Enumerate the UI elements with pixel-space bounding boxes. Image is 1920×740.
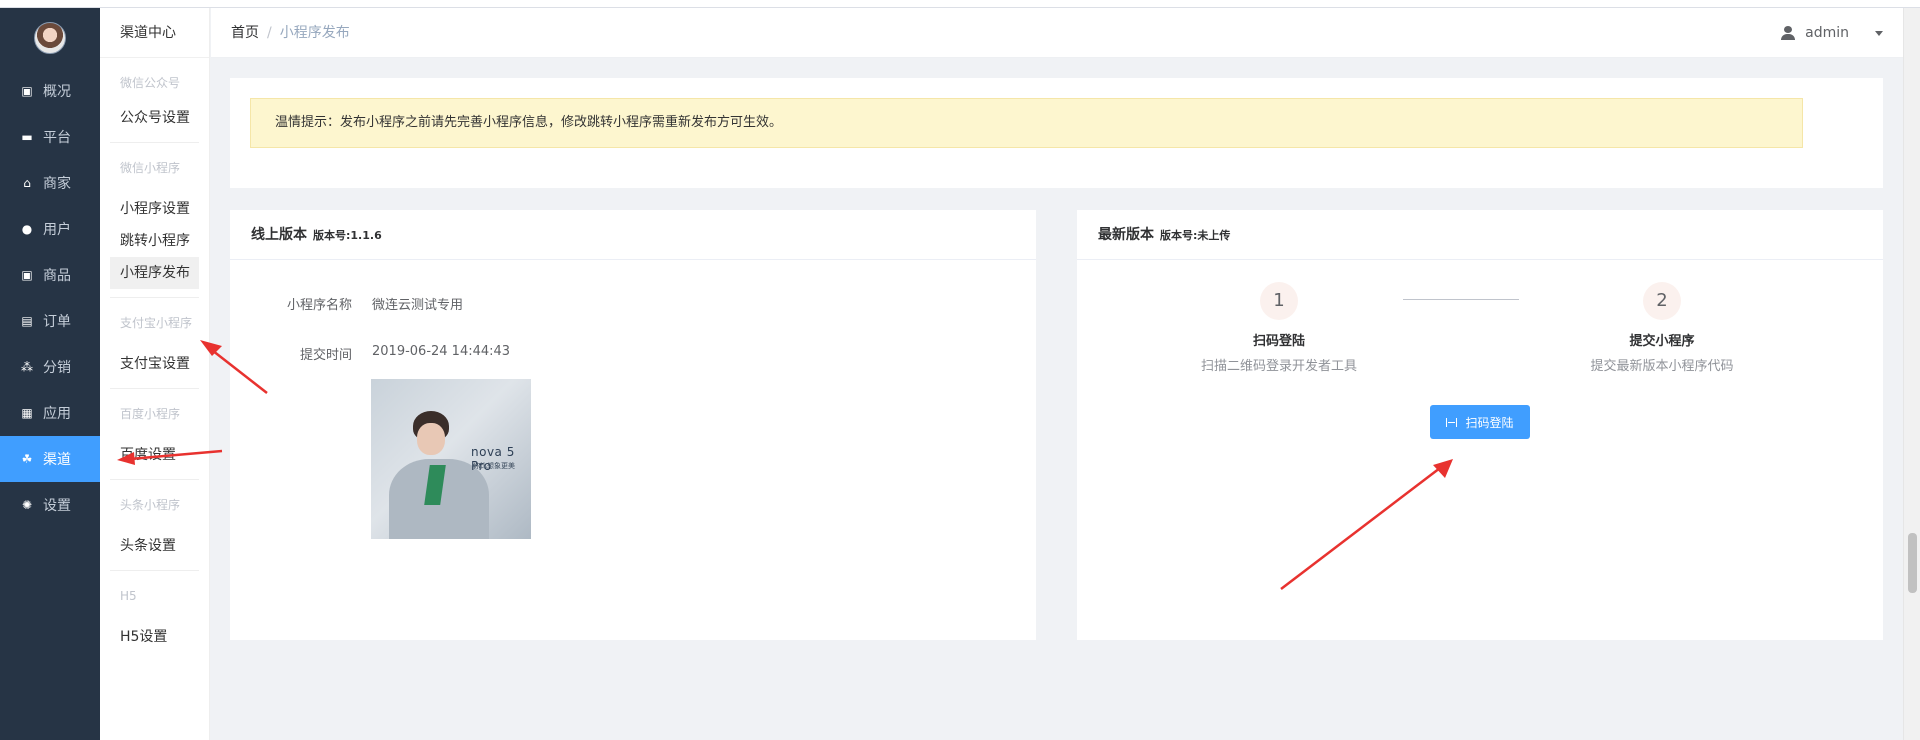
nav-item-9[interactable]: ✺ 设置 xyxy=(0,482,100,528)
time-value: 2019-06-24 14:44:43 xyxy=(372,344,511,359)
step-connector xyxy=(1403,299,1519,300)
nav-item-label: 概况 xyxy=(43,84,71,100)
sub-item[interactable]: 头条设置 xyxy=(110,530,199,562)
nav-item-8[interactable]: ☘ 渠道 xyxy=(0,436,100,482)
sub-group-title: 百度小程序 xyxy=(120,407,181,421)
desktop-icon: ▬ xyxy=(21,130,33,144)
nav-item-5[interactable]: ▤ 订单 xyxy=(0,298,100,344)
scan-icon xyxy=(1446,417,1458,427)
nav-item-1[interactable]: ▬ 平台 xyxy=(0,114,100,160)
step-number: 1 xyxy=(1260,282,1298,320)
sub-group-title: H5 xyxy=(120,589,137,603)
user-icon xyxy=(1781,26,1796,40)
step-description: 扫描二维码登录开发者工具 xyxy=(1200,359,1357,374)
online-version-number: 版本号:1.1.6 xyxy=(313,229,382,242)
subbar-title: 渠道中心 xyxy=(100,8,209,58)
step-1: 1 扫码登陆 扫描二维码登录开发者工具 xyxy=(1179,282,1379,374)
nav-item-label: 渠道 xyxy=(43,452,71,468)
nav-item-label: 商品 xyxy=(43,268,71,284)
step-title: 扫码登陆 xyxy=(1252,334,1305,349)
product-box-icon: ▣ xyxy=(21,268,33,282)
nav-item-label: 用户 xyxy=(43,222,71,238)
sub-item[interactable]: 公众号设置 xyxy=(110,102,199,134)
nav-item-label: 设置 xyxy=(43,498,71,514)
nav-item-3[interactable]: ● 用户 xyxy=(0,206,100,252)
card-header: 最新版本 版本号:未上传 xyxy=(1077,210,1883,260)
user-circle-icon: ● xyxy=(21,222,33,236)
apps-grid-icon: ▦ xyxy=(21,406,33,420)
secondary-sidebar: 渠道中心 微信公众号公众号设置微信小程序小程序设置 跳转小程序 小程序发布支付宝小程… xyxy=(100,8,210,740)
nav-item-label: 应用 xyxy=(43,406,71,422)
nav-item-4[interactable]: ▣ 商品 xyxy=(0,252,100,298)
store-icon: ⌂ xyxy=(23,176,31,190)
sub-nav: 微信公众号公众号设置微信小程序小程序设置 跳转小程序 小程序发布支付宝小程序支付宝设… xyxy=(100,58,209,653)
breadcrumb: 首页 / 小程序发布 xyxy=(231,8,350,58)
nav-item-label: 商家 xyxy=(43,176,71,192)
order-clipboard-icon: ▤ xyxy=(21,314,33,328)
miniprogram-code-image: nova 5 Pro 你比想象更美 xyxy=(371,379,531,539)
info-row-time: 提交时间 2019-06-24 14:44:43 xyxy=(230,344,510,363)
chevron-down-icon[interactable] xyxy=(1875,30,1883,36)
notice-card: 温情提示：发布小程序之前请先完善小程序信息，修改跳转小程序需重新发布方可生效。 xyxy=(230,78,1883,188)
latest-version-number: 版本号:未上传 xyxy=(1160,229,1231,242)
avatar[interactable] xyxy=(34,22,66,54)
step-number: 2 xyxy=(1643,282,1681,320)
main-sidebar: ▣ 概况 ▬ 平台 ⌂ 商家 ● 用户 ▣ 商品 ▤ 订单 ⁂ 分销 ▦ 应用 ☘ 渠道 ✺ 设置 xyxy=(0,8,100,740)
nav-item-0[interactable]: ▣ 概况 xyxy=(0,68,100,114)
nav-item-label: 分销 xyxy=(43,360,71,376)
online-version-title: 线上版本 xyxy=(251,227,307,243)
nav-item-label: 订单 xyxy=(43,314,71,330)
page-scrollbar[interactable] xyxy=(1903,8,1920,740)
nav-item-6[interactable]: ⁂ 分销 xyxy=(0,344,100,390)
card-header: 线上版本 版本号:1.1.6 xyxy=(230,210,1036,260)
sub-item[interactable]: 支付宝设置 xyxy=(110,348,199,380)
publish-steps: 1 扫码登陆 扫描二维码登录开发者工具 2 提交小程序 提交最新版本小程序代码 xyxy=(1077,282,1883,382)
name-label: 小程序名称 xyxy=(286,298,352,313)
monitor-chart-icon: ▣ xyxy=(21,84,33,98)
browser-top-strip xyxy=(0,0,1920,8)
info-row-name: 小程序名称 微连云测试专用 xyxy=(230,294,463,313)
latest-version-title: 最新版本 xyxy=(1098,227,1154,243)
online-version-card: 线上版本 版本号:1.1.6 小程序名称 微连云测试专用 提交时间 2019-06… xyxy=(230,210,1036,640)
user-menu[interactable]: admin xyxy=(1781,8,1883,58)
breadcrumb-separator: / xyxy=(267,25,272,41)
step-description: 提交最新版本小程序代码 xyxy=(1590,359,1734,374)
nav-item-2[interactable]: ⌂ 商家 xyxy=(0,160,100,206)
latest-version-card: 最新版本 版本号:未上传 1 扫码登陆 扫描二维码登录开发者工具 2 提交小程序 … xyxy=(1077,210,1883,640)
sub-group-title: 微信小程序 xyxy=(120,161,181,175)
sub-group-title: 支付宝小程序 xyxy=(120,316,193,330)
nav-item-label: 平台 xyxy=(43,130,71,146)
tip-notice: 温情提示：发布小程序之前请先完善小程序信息，修改跳转小程序需重新发布方可生效。 xyxy=(250,98,1803,148)
sub-item[interactable]: 小程序发布 xyxy=(110,257,199,289)
sub-group-title: 微信公众号 xyxy=(120,76,181,90)
breadcrumb-home[interactable]: 首页 xyxy=(231,25,259,41)
main-nav: ▣ 概况 ▬ 平台 ⌂ 商家 ● 用户 ▣ 商品 ▤ 订单 ⁂ 分销 ▦ 应用 ☘ 渠道 ✺ 设置 xyxy=(0,68,100,528)
channel-cluster-icon: ☘ xyxy=(21,452,33,466)
sub-group-title: 头条小程序 xyxy=(120,498,181,512)
sub-item[interactable]: 小程序设置 xyxy=(110,193,199,225)
username: admin xyxy=(1805,25,1849,41)
step-title: 提交小程序 xyxy=(1629,334,1695,349)
scan-login-button[interactable]: 扫码登陆 xyxy=(1430,405,1530,439)
breadcrumb-current: 小程序发布 xyxy=(279,25,350,41)
nav-item-7[interactable]: ▦ 应用 xyxy=(0,390,100,436)
name-value: 微连云测试专用 xyxy=(372,298,464,313)
step-2: 2 提交小程序 提交最新版本小程序代码 xyxy=(1562,282,1762,374)
sub-item[interactable]: 百度设置 xyxy=(110,439,199,471)
sub-item[interactable]: H5设置 xyxy=(110,621,199,653)
gear-icon: ✺ xyxy=(21,498,33,512)
sitemap-icon: ⁂ xyxy=(21,360,33,374)
image-tagline-text: 你比想象更美 xyxy=(473,462,515,470)
scrollbar-thumb[interactable] xyxy=(1908,533,1917,593)
promo-person-image xyxy=(389,397,489,539)
top-header: 首页 / 小程序发布 admin xyxy=(211,8,1903,58)
scan-login-label: 扫码登陆 xyxy=(1465,415,1514,430)
sub-item[interactable]: 跳转小程序 xyxy=(110,225,199,257)
time-label: 提交时间 xyxy=(299,348,352,363)
